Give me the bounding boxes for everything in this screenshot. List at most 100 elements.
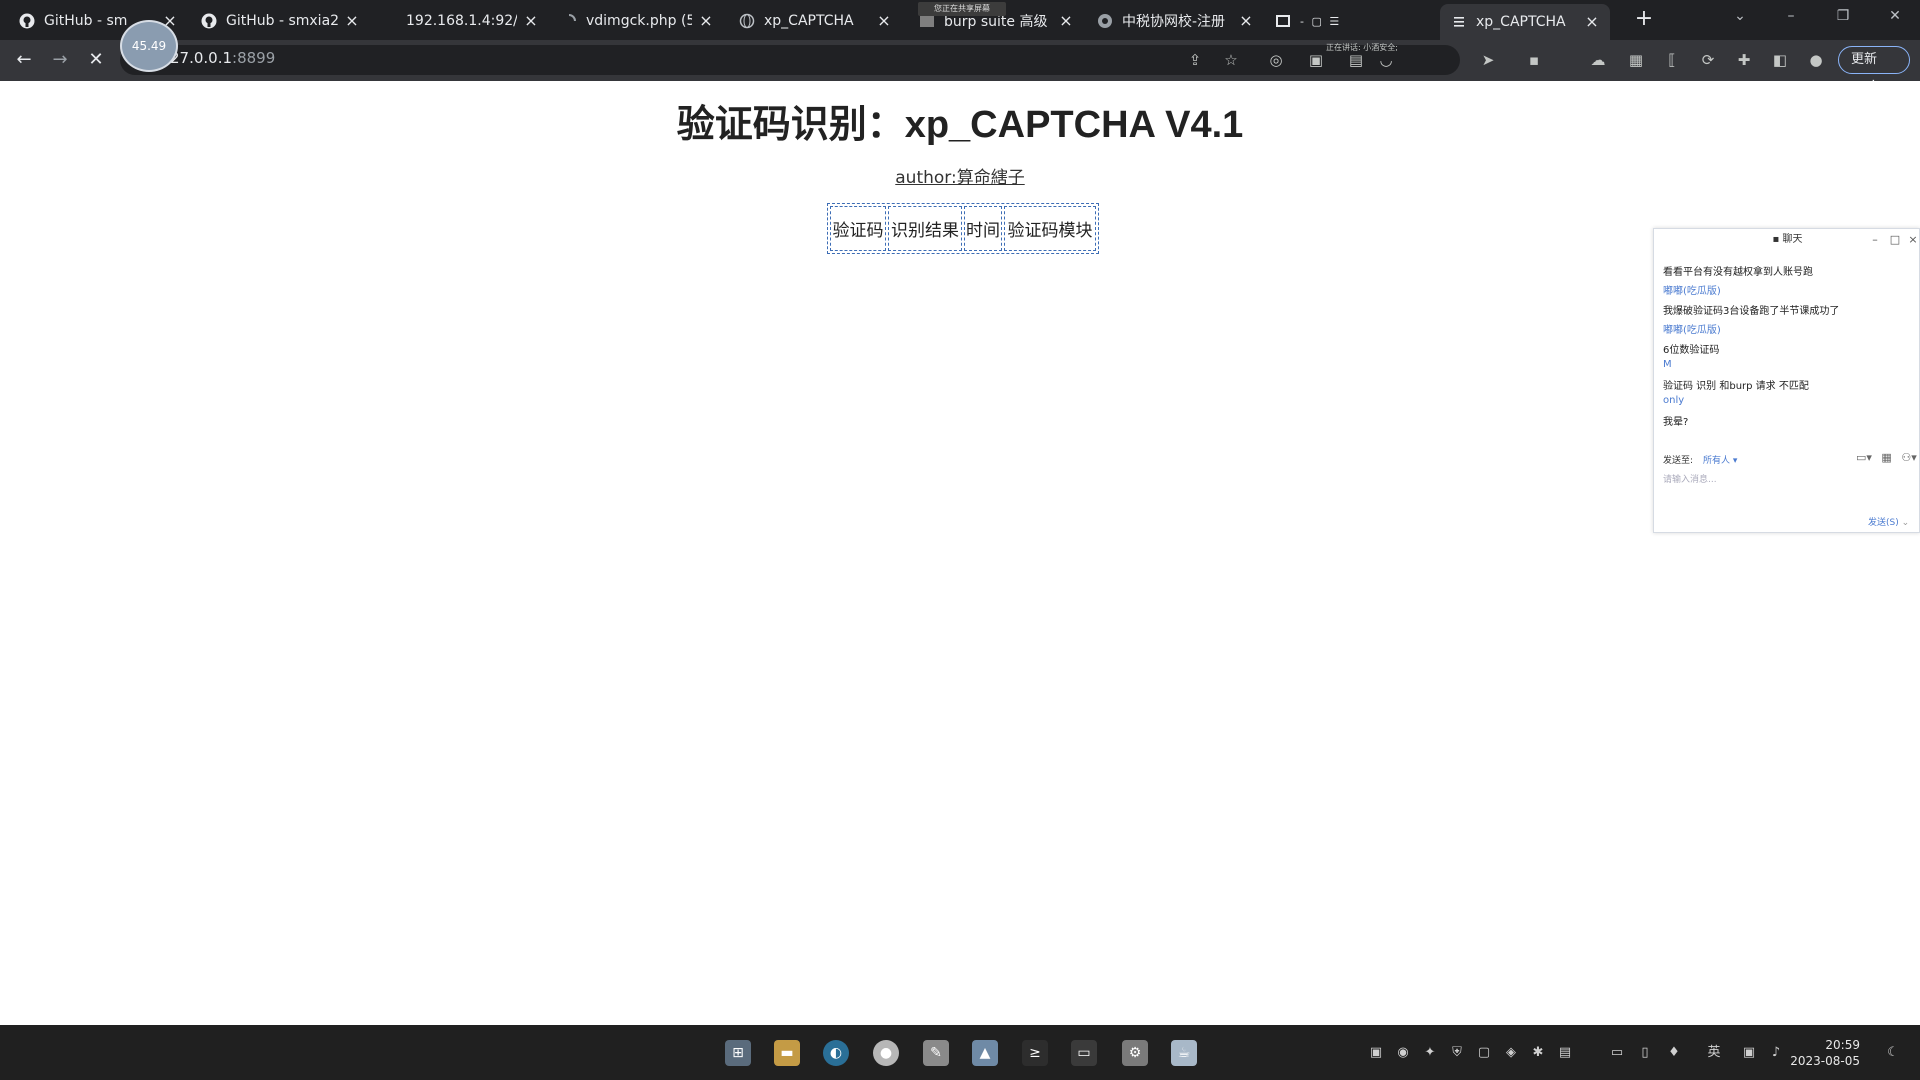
author-link[interactable]: author:算命縖子 [895, 168, 1024, 188]
tray-app-icon[interactable]: ◈ [1502, 1044, 1520, 1062]
tray-app-icon[interactable]: ◉ [1394, 1044, 1412, 1062]
photos-app-icon[interactable]: ▲ [972, 1040, 998, 1066]
network-icon[interactable]: ▣ [1740, 1044, 1758, 1062]
address-bar[interactable] [120, 45, 1460, 75]
url-port: :8899 [232, 49, 276, 67]
tab-ip[interactable]: 192.168.1.4:92/j × [406, 6, 539, 36]
stop-loading-icon[interactable]: ✕ [84, 49, 108, 73]
screen-share-icon[interactable]: ▣ [1306, 50, 1326, 70]
sidepanel-icon[interactable]: ◧ [1770, 50, 1790, 70]
chat-icon: ▪ [1772, 234, 1783, 245]
minimize-button[interactable]: – [1776, 8, 1806, 24]
close-icon[interactable]: × [1058, 13, 1074, 29]
monitor-icon[interactable]: ▭ [1608, 1044, 1626, 1062]
recording-badge: 45.49 [120, 20, 178, 72]
shield-icon[interactable]: ⛨ [1448, 1044, 1466, 1062]
tray-app-icon[interactable]: ▢ [1475, 1044, 1493, 1062]
notes-app-icon[interactable]: ✎ [923, 1040, 949, 1066]
close-icon[interactable]: × [1584, 14, 1600, 30]
camera-icon[interactable]: ▤ [1346, 50, 1366, 70]
tab-title: 192.168.1.4:92/j [406, 13, 517, 29]
bracket-icon[interactable]: ⟦ [1662, 50, 1682, 70]
tray-app-icon[interactable]: ✱ [1529, 1044, 1547, 1062]
cursor-icon: ➤ [1481, 51, 1495, 69]
send-button[interactable]: 发送(S) ⌄ [1868, 515, 1909, 528]
burp-app-icon[interactable]: ⚙ [1122, 1040, 1148, 1066]
chat-message: 验证码 识别 和burp 请求 不匹配 [1663, 381, 1809, 392]
window-app-icon[interactable]: ▭ [1071, 1040, 1097, 1066]
folder-icon[interactable]: ▭▾ [1856, 451, 1872, 464]
app-icon [1274, 12, 1292, 30]
tab-title: xp_CAPTCHA [1476, 14, 1566, 30]
tab-xp-captcha-1[interactable]: xp_CAPTCHA × [738, 6, 892, 36]
tab-search-chevron-icon[interactable]: ⌄ [1725, 8, 1755, 24]
ime-indicator[interactable]: 英 [1705, 1044, 1723, 1062]
translate-icon[interactable]: ☁ [1588, 50, 1608, 70]
puzzle-icon[interactable]: ✚ [1734, 50, 1754, 70]
chat-window: ▪ 聊天 – □ × 看看平台有没有越权拿到人账号跑 嘟嘟(吃瓜版) 我爆破验证… [1653, 228, 1920, 533]
tray-app-icon[interactable]: ▣ [1367, 1044, 1385, 1062]
chat-message: 我晕? [1663, 417, 1689, 428]
chat-minimize-button[interactable]: – [1868, 233, 1882, 247]
taskbar-clock[interactable]: 20:59 2023-08-05 [1780, 1037, 1860, 1069]
chat-close-button[interactable]: × [1906, 233, 1920, 247]
tray-app-icon[interactable]: ▤ [1556, 1044, 1574, 1062]
close-icon[interactable]: × [523, 13, 539, 29]
chat-message: 看看平台有没有越权拿到人账号跑 [1663, 267, 1813, 278]
screen-share-banner: 您正在共享屏幕 [918, 2, 1006, 16]
java-app-icon[interactable]: ☕ [1171, 1040, 1197, 1066]
phone-icon[interactable]: ▯ [1636, 1044, 1654, 1062]
screen: GitHub - sm × GitHub - smxia2 × 192.168.… [0, 0, 1920, 1080]
chat-sender: M [1663, 359, 1672, 370]
close-icon[interactable]: × [876, 13, 892, 29]
tab-xp-captcha-active[interactable]: xp_CAPTCHA × [1440, 4, 1610, 40]
tab-title: vdimgck.php (5 [586, 13, 692, 29]
notification-moon-icon[interactable]: ☾ [1884, 1044, 1902, 1062]
edge-browser-icon[interactable]: ◐ [823, 1040, 849, 1066]
close-icon[interactable]: × [698, 13, 714, 29]
reader-icon[interactable]: ▦ [1626, 50, 1646, 70]
extension-icon[interactable]: ▪ [1524, 50, 1544, 70]
close-icon[interactable]: × [1238, 13, 1254, 29]
file-explorer-icon[interactable]: ▬ [774, 1040, 800, 1066]
chevron-down-icon[interactable]: ▾ [1730, 456, 1738, 466]
page-title: 验证码识别：xp_CAPTCHA V4.1 [676, 104, 1244, 146]
terminal-icon[interactable]: ≥ [1022, 1040, 1048, 1066]
tab-vdimgck[interactable]: vdimgck.php (5 × [560, 6, 714, 36]
header-time: 时间 [964, 206, 1002, 251]
microphone-icon[interactable]: ♦ [1665, 1044, 1683, 1062]
github-icon [200, 12, 218, 30]
bookmark-star-icon[interactable]: ☆ [1221, 50, 1241, 70]
forward-arrow-icon[interactable]: → [48, 49, 72, 73]
tab-app[interactable]: - ▢ ☰ [1274, 6, 1354, 36]
close-icon[interactable]: × [344, 13, 360, 29]
back-arrow-icon[interactable]: ← [12, 49, 36, 73]
url-text[interactable]: 27.0.0.1:8899 [170, 49, 275, 67]
new-tab-button[interactable]: + [1632, 8, 1656, 32]
mic-icon[interactable]: ◡ [1376, 50, 1396, 70]
send-to-select[interactable]: 所有人 [1703, 456, 1730, 466]
chat-input[interactable]: 请输入消息... [1663, 472, 1717, 485]
author-link-wrap: author:算命縖子 [0, 163, 1920, 188]
sync-icon[interactable]: ⟳ [1698, 50, 1718, 70]
chat-maximize-button[interactable]: □ [1888, 233, 1902, 247]
user-icon[interactable]: ⚇▾ [1901, 451, 1916, 464]
start-menu-icon[interactable]: ⊞ [725, 1040, 751, 1066]
restore-button[interactable]: ❐ [1828, 8, 1858, 24]
tab-tax-school[interactable]: 中税协网校-注册 × [1096, 6, 1254, 36]
chat-sender: only [1663, 395, 1685, 406]
update-button[interactable]: 更新 ⋮ [1838, 46, 1910, 93]
lens-icon[interactable]: ◎ [1266, 50, 1286, 70]
chevron-down-icon[interactable]: ⌄ [1899, 518, 1910, 528]
close-window-button[interactable]: ✕ [1880, 8, 1910, 24]
tab-strip: GitHub - sm × GitHub - smxia2 × 192.168.… [0, 0, 1920, 40]
screenshot-icon[interactable]: ▦ [1881, 451, 1891, 464]
chrome-browser-icon[interactable]: ● [873, 1040, 899, 1066]
tray-app-icon[interactable]: ✦ [1421, 1044, 1439, 1062]
tab-github-2[interactable]: GitHub - smxia2 × [200, 6, 360, 36]
tab-window-controls-icon: - ▢ ☰ [1300, 14, 1342, 28]
profile-icon[interactable]: ● [1806, 50, 1826, 70]
taskbar: ⊞ ▬ ◐ ● ✎ ▲ ≥ ▭ ⚙ ☕ ▣ ◉ ✦ ⛨ ▢ ◈ ✱ ▤ ▭ ▯ … [0, 1025, 1920, 1080]
page-content: 验证码识别：xp_CAPTCHA V4.1 author:算命縖子 验证码 识别… [0, 81, 1920, 1058]
share-icon[interactable]: ⇪ [1185, 50, 1205, 70]
